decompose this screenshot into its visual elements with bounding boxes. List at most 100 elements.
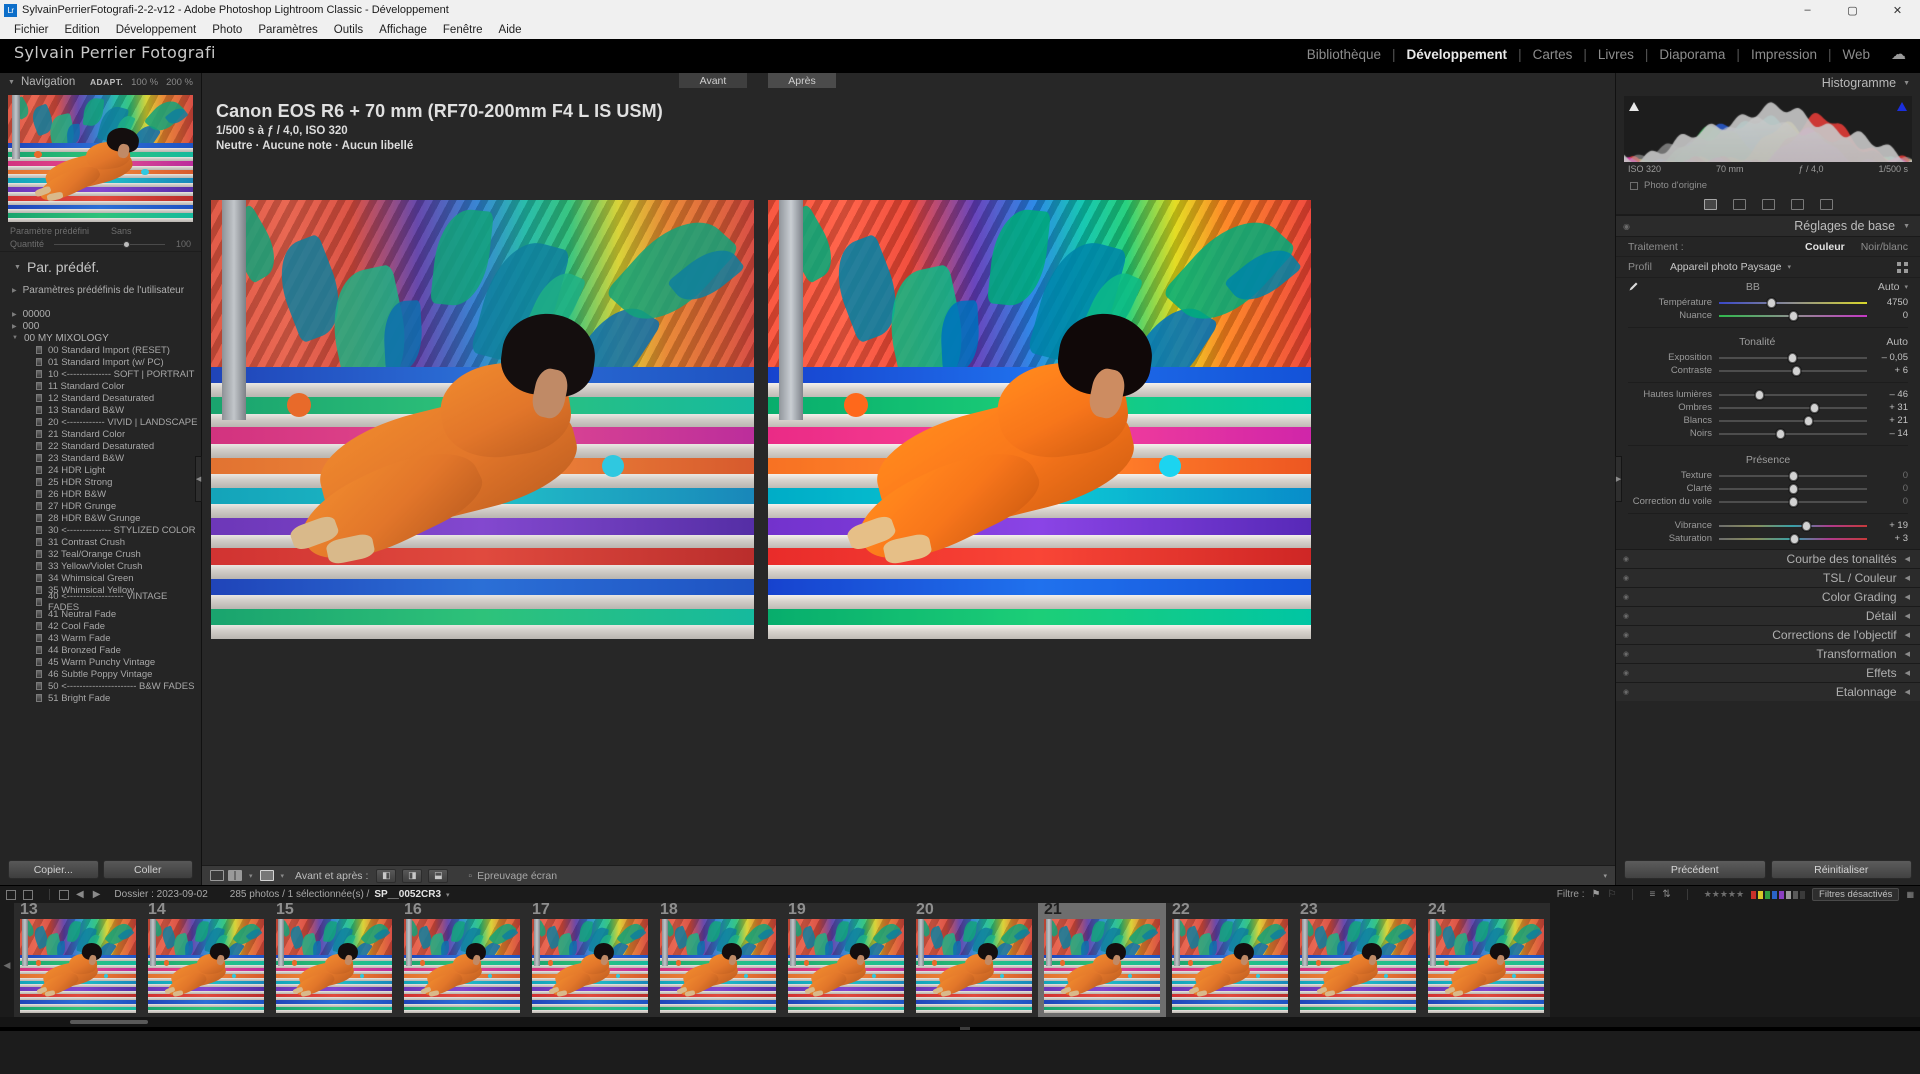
color-label-filter[interactable] <box>1751 891 1805 899</box>
back-arrow-icon[interactable]: ◀ <box>76 889 84 900</box>
panel-effets[interactable]: ◉Effets◀ <box>1616 663 1920 682</box>
slider-value-correctionduvoile[interactable]: 0 <box>1874 496 1908 507</box>
basic-panel-title[interactable]: ◉ Réglages de base ▼ <box>1616 215 1920 237</box>
thumbnail-image[interactable] <box>404 919 520 1013</box>
ba-left-right-split-icon[interactable]: ◨ <box>402 869 422 883</box>
preset-item[interactable]: 28 HDR B&W Grunge <box>0 512 201 524</box>
original-photo-row[interactable]: Photo d'origine <box>1616 174 1920 195</box>
slider-track-vibrance[interactable] <box>1719 525 1867 527</box>
chevron-down-icon[interactable]: ▾ <box>1787 263 1791 271</box>
thumbnail-image[interactable] <box>1172 919 1288 1013</box>
slider-knob-blancs[interactable] <box>1804 416 1813 426</box>
sort-direction-icon[interactable]: ⇅ <box>1662 889 1670 900</box>
flag-filter-icon[interactable]: ⚑ <box>1592 889 1601 900</box>
slider-value-ombres[interactable]: + 31 <box>1874 402 1908 413</box>
panel-dtail[interactable]: ◉Détail◀ <box>1616 606 1920 625</box>
folder-label[interactable]: Dossier : 2023-09-02 <box>114 889 207 900</box>
menu-dveloppement[interactable]: Développement <box>108 24 205 36</box>
menu-affichage[interactable]: Affichage <box>371 24 435 36</box>
slider-knob-hauteslumires[interactable] <box>1755 390 1764 400</box>
thumbnail-image[interactable] <box>532 919 648 1013</box>
panel-switch-icon[interactable]: ◉ <box>1623 222 1630 231</box>
slider-track-clart[interactable] <box>1719 488 1867 490</box>
thumbnail-image[interactable] <box>660 919 776 1013</box>
minimize-button[interactable]: – <box>1785 0 1830 20</box>
menu-fentre[interactable]: Fenêtre <box>435 24 491 36</box>
preset-item[interactable]: 10 <-------------- SOFT | PORTRAIT <box>0 368 201 380</box>
after-image[interactable] <box>768 200 1311 639</box>
slider-knob-correctionduvoile[interactable] <box>1789 497 1798 507</box>
tone-auto-button[interactable]: Auto <box>1886 336 1908 348</box>
filter-preset-select[interactable]: Filtres désactivés <box>1812 888 1899 901</box>
toolbar-overflow-icon[interactable]: ▾ <box>1603 872 1607 880</box>
module-impression[interactable]: Impression <box>1740 47 1828 62</box>
preset-item[interactable]: 01 Standard Import (w/ PC) <box>0 356 201 368</box>
slider-value-vibrance[interactable]: + 19 <box>1874 520 1908 531</box>
module-diaporama[interactable]: Diaporama <box>1648 47 1736 62</box>
preset-item[interactable]: 31 Contrast Crush <box>0 536 201 548</box>
slider-track-contraste[interactable] <box>1719 370 1867 372</box>
preset-item[interactable]: 12 Standard Desaturated <box>0 392 201 404</box>
preset-item[interactable]: 42 Cool Fade <box>0 620 201 632</box>
chevron-down-icon[interactable]: ▾ <box>1904 283 1908 291</box>
thumbnail-image[interactable] <box>1044 919 1160 1013</box>
menu-edition[interactable]: Edition <box>57 24 108 36</box>
menu-outils[interactable]: Outils <box>326 24 371 36</box>
grid-view-icon[interactable] <box>6 890 16 900</box>
slider-track-temprature[interactable] <box>1719 302 1867 304</box>
preset-item[interactable]: 50 <---------------------- B&W FADES <box>0 680 201 692</box>
cloud-icon[interactable]: ☁ <box>1891 45 1906 63</box>
zoom-200[interactable]: 200 % <box>166 77 193 88</box>
filmstrip-scroll-thumb[interactable] <box>70 1020 148 1024</box>
thumbnail-image[interactable] <box>276 919 392 1013</box>
ba-left-right-icon[interactable]: ◧ <box>376 869 396 883</box>
slider-knob-noirs[interactable] <box>1776 429 1785 439</box>
filmstrip-scrollbar[interactable] <box>0 1017 1920 1027</box>
presets-panel-title[interactable]: ▼ Par. prédéf. <box>0 251 201 282</box>
slider-value-hauteslumires[interactable]: – 46 <box>1874 389 1908 400</box>
panel-switch-icon[interactable]: ◉ <box>1623 669 1629 677</box>
preset-item[interactable]: 34 Whimsical Green <box>0 572 201 584</box>
sort-order-icon[interactable]: ≡ <box>1649 889 1655 900</box>
slider-knob-texture[interactable] <box>1789 471 1798 481</box>
color-label-swatch[interactable] <box>1772 891 1777 899</box>
filmstrip-thumbnail[interactable]: 20 <box>910 903 1038 1019</box>
before-tab[interactable]: Avant <box>679 73 747 88</box>
preset-item[interactable]: 11 Standard Color <box>0 380 201 392</box>
slider-knob-saturation[interactable] <box>1790 534 1799 544</box>
preset-group[interactable]: ▶Paramètres prédéfinis de l'utilisateur <box>0 284 201 296</box>
highlight-clipping-icon[interactable] <box>1896 99 1908 110</box>
copy-button[interactable]: Copier... <box>8 860 99 879</box>
checkbox-icon[interactable] <box>1630 182 1638 190</box>
slider-value-noirs[interactable]: – 14 <box>1874 428 1908 439</box>
after-tab[interactable]: Après <box>768 73 836 88</box>
shadow-clipping-icon[interactable] <box>1628 99 1640 110</box>
chevron-down-icon[interactable]: ▾ <box>249 872 253 880</box>
filmstrip-thumbnail[interactable]: 23 <box>1294 903 1422 1019</box>
profile-value[interactable]: Appareil photo Paysage <box>1670 261 1782 273</box>
slider-value-temprature[interactable]: 4750 <box>1874 297 1908 308</box>
loupe-view-icon[interactable] <box>210 870 224 881</box>
preset-item[interactable]: 51 Bright Fade <box>0 692 201 704</box>
spot-removal-icon[interactable] <box>1762 199 1775 210</box>
slider-track-blancs[interactable] <box>1719 420 1867 422</box>
color-label-swatch[interactable] <box>1765 891 1770 899</box>
before-image[interactable] <box>211 200 754 639</box>
thumbnail-image[interactable] <box>1428 919 1544 1013</box>
compare-view-icon[interactable] <box>228 870 242 881</box>
histogram[interactable] <box>1624 96 1912 162</box>
preset-item[interactable]: 13 Standard B&W <box>0 404 201 416</box>
panel-switch-icon[interactable]: ◉ <box>1623 593 1629 601</box>
preset-group[interactable]: ▶00000 <box>0 308 201 320</box>
profile-browser-icon[interactable] <box>1897 262 1908 273</box>
forward-arrow-icon[interactable]: ▶ <box>93 889 101 900</box>
masking-icon[interactable] <box>1704 199 1717 210</box>
slider-value-nuance[interactable]: 0 <box>1874 310 1908 321</box>
crop-icon[interactable] <box>1733 199 1746 210</box>
filmstrip-thumbnail[interactable]: 13 <box>14 903 142 1019</box>
chevron-down-icon[interactable]: ▾ <box>446 891 450 899</box>
color-label-swatch[interactable] <box>1800 891 1805 899</box>
panel-correctionsdelobjectif[interactable]: ◉Corrections de l'objectif◀ <box>1616 625 1920 644</box>
navigator-preview[interactable] <box>8 95 193 222</box>
slider-value-texture[interactable]: 0 <box>1874 470 1908 481</box>
